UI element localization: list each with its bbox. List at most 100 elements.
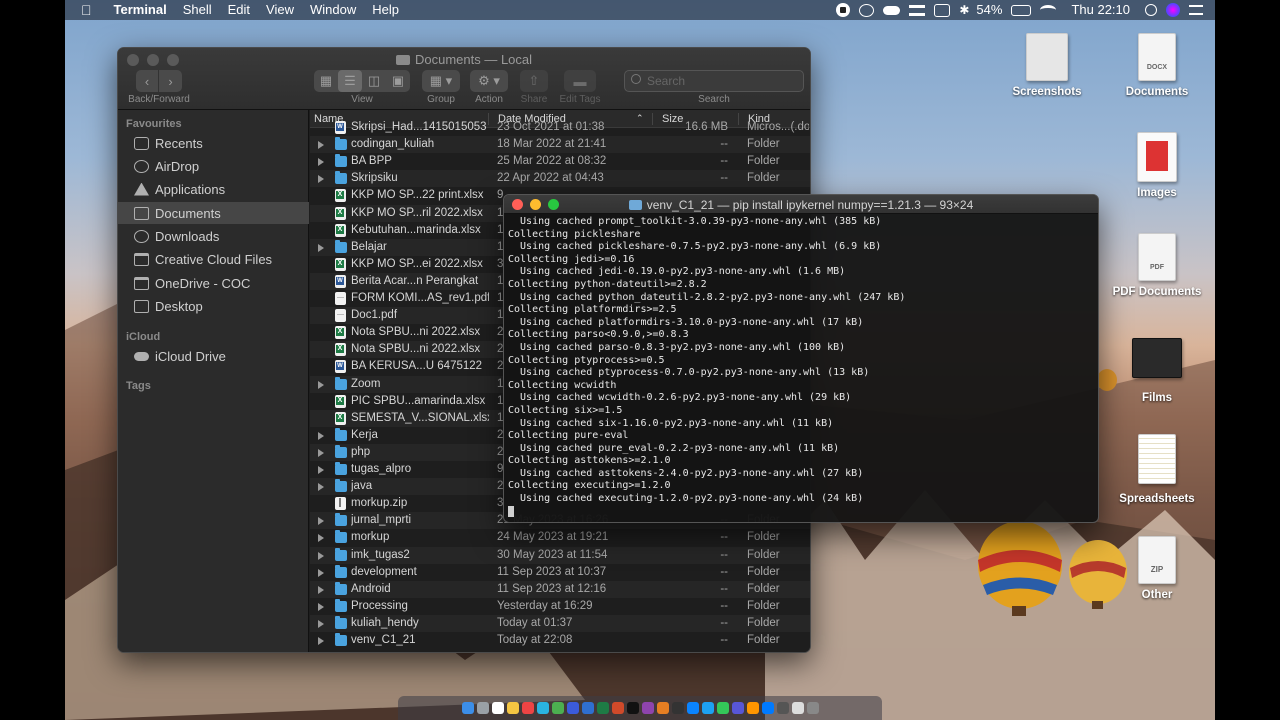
folder-row[interactable]: codingan_kuliah 18 Mar 2022 at 21:41 -- Fol… (310, 136, 810, 154)
siri-icon[interactable] (1166, 3, 1180, 17)
app-dock-icon[interactable] (656, 702, 669, 714)
control-center-icon[interactable] (1189, 5, 1203, 15)
app-menu-terminal[interactable]: Terminal (106, 0, 175, 20)
apple-menu-icon[interactable]:  (65, 0, 106, 20)
excel-dock-icon[interactable] (596, 702, 609, 714)
desktop-stack-other[interactable]: ZIP Other (1107, 536, 1207, 601)
disclosure-triangle-icon[interactable] (318, 448, 324, 457)
menu-window[interactable]: Window (302, 0, 364, 20)
disclosure-triangle-icon[interactable] (318, 585, 324, 594)
downloads-dock-icon[interactable] (791, 702, 804, 714)
folder-row[interactable]: BA BPP 25 Mar 2022 at 08:32 -- Folder (310, 153, 810, 170)
sidebar-item-documents[interactable]: Documents (118, 202, 309, 224)
folder-row[interactable]: kuliah_hendy Today at 01:37 -- Folder (310, 614, 810, 632)
disclosure-triangle-icon[interactable] (318, 483, 324, 492)
folder-row[interactable]: Skripsiku 22 Apr 2022 at 04:43 -- Folder (310, 170, 810, 188)
edit-tags-button[interactable]: ▬ (564, 70, 596, 92)
folder-file-icon (335, 171, 347, 185)
disclosure-triangle-icon[interactable] (318, 568, 324, 577)
sidebar-item-onedrive[interactable]: OneDrive - COC (118, 272, 309, 294)
desktop-stack-spreadsheets[interactable]: Spreadsheets (1107, 434, 1207, 505)
terminal-dock-icon[interactable] (626, 702, 639, 714)
app-dock-icon[interactable] (671, 702, 684, 714)
sidebar-item-downloads[interactable]: Downloads (118, 225, 309, 247)
disclosure-triangle-icon[interactable] (318, 602, 324, 611)
group-button[interactable]: ▦ ▾ (422, 70, 460, 92)
app-dock-icon[interactable] (641, 702, 654, 714)
trash-dock-icon[interactable] (806, 702, 819, 714)
zoom-dock-icon[interactable] (566, 702, 579, 714)
search-field[interactable]: Search (624, 70, 804, 92)
disclosure-triangle-icon[interactable] (318, 551, 324, 560)
menubar-clock[interactable]: Thu 22:10 (1065, 0, 1136, 20)
disclosure-triangle-icon[interactable] (318, 175, 324, 184)
app-dock-icon[interactable] (776, 702, 789, 714)
folder-row[interactable]: development 11 Sep 2023 at 10:37 -- Folder (310, 564, 810, 581)
app-dock-icon[interactable] (701, 702, 714, 714)
menu-view[interactable]: View (258, 0, 302, 20)
calendar-dock-icon[interactable] (491, 702, 504, 714)
terminal-output[interactable]: Using cached prompt_toolkit-3.0.39-py3-n… (508, 216, 1096, 518)
desktop-stack-screenshots[interactable]: Screenshots (997, 33, 1097, 98)
bluetooth-icon[interactable]: ✱ (959, 3, 969, 17)
disclosure-triangle-icon[interactable] (318, 141, 324, 150)
sidebar-item-airdrop[interactable]: AirDrop (118, 155, 309, 177)
app-dock-icon[interactable] (716, 702, 729, 714)
sidebar-item-applications[interactable]: Applications (118, 178, 309, 200)
drive-icon[interactable] (909, 4, 926, 16)
icloud-sync-icon[interactable] (883, 5, 901, 15)
disclosure-triangle-icon[interactable] (318, 619, 324, 628)
powerpoint-dock-icon[interactable] (611, 702, 624, 714)
disclosure-triangle-icon[interactable] (318, 158, 324, 167)
sidebar-item-creative-cloud[interactable]: Creative Cloud Files (118, 248, 309, 270)
desktop-stack-films[interactable]: Films (1107, 338, 1207, 404)
disclosure-triangle-icon[interactable] (318, 466, 324, 474)
gallery-view-icon[interactable]: ▣ (386, 70, 410, 92)
share-button[interactable]: ⇧ (520, 70, 548, 92)
creative-cloud-icon[interactable] (859, 3, 875, 17)
disclosure-triangle-icon[interactable] (318, 431, 324, 440)
safari-dock-icon[interactable] (536, 702, 549, 714)
app-dock-icon[interactable] (746, 702, 759, 714)
word-dock-icon[interactable] (581, 702, 594, 714)
disclosure-triangle-icon[interactable] (318, 517, 324, 526)
action-button[interactable]: ⚙ ▾ (470, 70, 508, 92)
disclosure-triangle-icon[interactable] (318, 534, 324, 543)
list-view-icon[interactable]: ☰ (338, 70, 362, 92)
folder-row[interactable]: Android 11 Sep 2023 at 12:16 -- Folder (310, 580, 810, 598)
disclosure-triangle-icon[interactable] (318, 637, 324, 645)
finder-dock-icon[interactable] (461, 702, 474, 714)
desktop-stack-images[interactable]: Images (1107, 132, 1207, 199)
whatsapp-dock-icon[interactable] (551, 702, 564, 714)
spotlight-search-icon[interactable] (1145, 4, 1157, 16)
column-view-icon[interactable]: ◫ (362, 70, 386, 92)
sidebar-item-icloud-drive[interactable]: iCloud Drive (118, 345, 309, 367)
menu-shell[interactable]: Shell (175, 0, 220, 20)
file-row[interactable]: Skripsi_Had...1415015053 23 Oct 2021 at 0… (310, 119, 810, 136)
folder-row[interactable]: venv_C1_21 Today at 22:08 -- Folder (310, 632, 810, 649)
menu-help[interactable]: Help (364, 0, 407, 20)
folder-row[interactable]: imk_tugas2 30 May 2023 at 11:54 -- Folder (310, 546, 810, 564)
forward-icon[interactable]: › (159, 70, 182, 92)
disclosure-triangle-icon[interactable] (318, 380, 324, 389)
folder-row[interactable]: morkup 24 May 2023 at 19:21 -- Folder (310, 529, 810, 546)
back-icon[interactable]: ‹ (136, 70, 159, 92)
menu-edit[interactable]: Edit (220, 0, 258, 20)
app-dock-icon[interactable] (731, 702, 744, 714)
chrome-dock-icon[interactable] (521, 702, 534, 714)
screen-record-icon[interactable] (836, 3, 851, 17)
vscode-dock-icon[interactable] (761, 702, 774, 714)
desktop-stack-documents[interactable]: DOCX Documents (1107, 33, 1207, 98)
folder-row[interactable]: Processing Yesterday at 16:29 -- Folder (310, 598, 810, 615)
icon-view-icon[interactable]: ▦ (314, 70, 338, 92)
sidebar-item-desktop[interactable]: Desktop (118, 295, 309, 317)
wifi-icon[interactable] (1040, 5, 1057, 15)
battery-icon[interactable] (1011, 4, 1032, 16)
notes-dock-icon[interactable] (506, 702, 519, 714)
desktop-stack-pdf-documents[interactable]: PDF PDF Documents (1107, 233, 1207, 298)
disclosure-triangle-icon[interactable] (318, 243, 324, 252)
launchpad-dock-icon[interactable] (476, 702, 489, 714)
display-mirror-icon[interactable] (934, 3, 951, 17)
sidebar-item-recents[interactable]: Recents (118, 132, 309, 154)
app-dock-icon[interactable] (686, 702, 699, 714)
